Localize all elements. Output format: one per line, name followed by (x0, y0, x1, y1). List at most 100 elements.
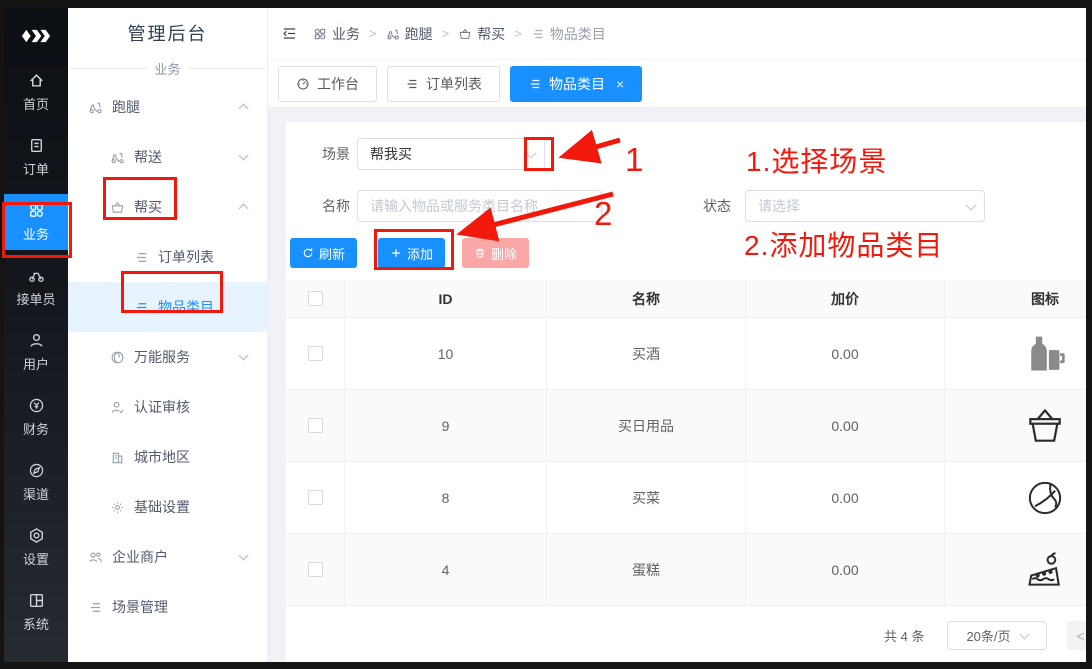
tab-workbench[interactable]: 工作台 (278, 66, 377, 102)
breadcrumb-label: 物品类目 (550, 24, 606, 44)
close-icon[interactable]: × (616, 77, 624, 91)
column-header-id: ID (345, 280, 547, 318)
sidebar-item-label: 接单员 (16, 289, 55, 308)
row-checkbox[interactable] (308, 562, 323, 577)
sidebar-item-home[interactable]: 首页 (4, 64, 68, 120)
menu-group-label: 业务 (155, 59, 181, 78)
row-checkbox[interactable] (308, 418, 323, 433)
sidebar-item-business[interactable]: 业务 (4, 194, 68, 250)
breadcrumb-separator: > (442, 26, 450, 41)
cell-name: 买日用品 (547, 390, 746, 462)
trash-icon (474, 247, 486, 259)
select-all-checkbox[interactable] (308, 291, 323, 306)
status-select[interactable]: 请选择 (745, 190, 985, 222)
menu-item-order-list[interactable]: 订单列表 (68, 232, 267, 282)
tab-item-category[interactable]: 物品类目 × (510, 66, 642, 102)
sidebar-item-orders[interactable]: 订单 (4, 129, 68, 185)
sidebar-item-label: 业务 (23, 224, 49, 243)
cake-icon (1023, 548, 1067, 592)
table-row: 4 蛋糕 0.00 (286, 534, 1086, 606)
chevron-down-icon (525, 147, 536, 158)
sidebar-item-users[interactable]: 用户 (4, 324, 68, 380)
gear-icon (110, 500, 125, 515)
page-size-select[interactable]: 20条/页 (947, 621, 1047, 650)
basket-icon (110, 200, 125, 215)
breadcrumb-label: 帮买 (477, 24, 505, 44)
scooter-icon (110, 150, 125, 165)
sidebar-item-channels[interactable]: 渠道 (4, 454, 68, 510)
scooter-icon (88, 100, 103, 115)
chevron-down-icon (239, 351, 249, 361)
tab-label: 工作台 (317, 74, 359, 94)
menu-item-label: 认证审核 (134, 397, 190, 417)
button-label: 添加 (407, 244, 433, 263)
breadcrumb-separator: > (514, 26, 522, 41)
breadcrumb-item-business[interactable]: 业务 (313, 24, 360, 44)
sidebar-item-label: 设置 (23, 549, 49, 568)
breadcrumb-item-bangmai[interactable]: 帮买 (458, 24, 505, 44)
menu-item-label: 基础设置 (134, 497, 190, 517)
user-icon (28, 332, 45, 349)
sidebar-item-label: 财务 (23, 419, 49, 438)
table-row: 9 买日用品 0.00 (286, 390, 1086, 462)
menu-item-basic-settings[interactable]: 基础设置 (68, 482, 267, 532)
menu-item-enterprise-merchant[interactable]: 企业商户 (68, 532, 267, 582)
menu-item-label: 企业商户 (112, 547, 168, 567)
menu-item-label: 万能服务 (134, 347, 190, 367)
list-icon (134, 250, 149, 265)
sidebar-item-label: 渠道 (23, 484, 49, 503)
sidebar-item-label: 系统 (23, 614, 49, 633)
finance-icon (28, 397, 45, 414)
chevron-down-icon (1019, 629, 1029, 639)
menu-item-label: 场景管理 (112, 597, 168, 617)
cell-name: 蛋糕 (547, 534, 746, 606)
menu-item-certification[interactable]: 认证审核 (68, 382, 267, 432)
breadcrumb-separator: > (369, 26, 377, 41)
plus-icon (390, 247, 402, 259)
home-icon (28, 72, 45, 89)
scooter-icon (386, 27, 400, 41)
button-label: 删除 (491, 244, 517, 263)
building-icon (110, 450, 125, 465)
scene-select-value: 帮我买 (370, 144, 412, 164)
add-button[interactable]: 添加 (378, 238, 445, 268)
table-row: 10 买酒 0.00 (286, 318, 1086, 390)
sidebar-item-couriers[interactable]: 接单员 (4, 259, 68, 315)
refresh-button[interactable]: 刷新 (290, 238, 357, 268)
menu-group-divider: 业务 (68, 58, 267, 78)
column-header-markup: 加价 (746, 280, 945, 318)
content-area: 场景 帮我买 名称 状态 请选择 刷新 添加 (268, 108, 1086, 662)
secondary-sidebar: 管理后台 业务 跑腿 帮送 帮买 订单列表 物品类目 万能服务 (68, 8, 268, 662)
tab-order-list[interactable]: 订单列表 (387, 66, 500, 102)
sidebar-fold-icon[interactable] (282, 26, 297, 41)
breadcrumb-item-paotui[interactable]: 跑腿 (386, 24, 433, 44)
cabbage-icon (1023, 476, 1067, 520)
menu-item-item-category[interactable]: 物品类目 (68, 282, 267, 332)
row-checkbox[interactable] (308, 490, 323, 505)
list-icon (531, 27, 545, 41)
sidebar-item-system[interactable]: 系统 (4, 584, 68, 640)
scene-select[interactable]: 帮我买 (357, 138, 545, 170)
basket-icon (458, 27, 472, 41)
sidebar-item-settings[interactable]: 设置 (4, 519, 68, 575)
menu-item-bangmai[interactable]: 帮买 (68, 182, 267, 232)
cell-id: 10 (345, 318, 547, 390)
menu-item-scene-management[interactable]: 场景管理 (68, 582, 267, 632)
prev-page-button[interactable]: < (1067, 621, 1086, 650)
primary-sidebar: 首页 订单 业务 接单员 用户 财务 渠道 设置 (4, 8, 68, 662)
header-checkbox-cell (286, 280, 345, 318)
app-title: 管理后台 (68, 8, 267, 54)
sidebar-item-label: 订单 (23, 159, 49, 178)
menu-item-paotui[interactable]: 跑腿 (68, 82, 267, 132)
tab-bar: 工作台 订单列表 物品类目 × (268, 60, 1086, 108)
chevron-up-icon (239, 104, 249, 114)
name-input[interactable] (357, 190, 602, 222)
delete-button[interactable]: 删除 (462, 238, 529, 268)
row-checkbox[interactable] (308, 346, 323, 361)
menu-item-bangsong[interactable]: 帮送 (68, 132, 267, 182)
menu-item-city-region[interactable]: 城市地区 (68, 432, 267, 482)
chevron-down-icon (965, 199, 976, 210)
menu-item-universal-service[interactable]: 万能服务 (68, 332, 267, 382)
sidebar-item-finance[interactable]: 财务 (4, 389, 68, 445)
menu-item-label: 跑腿 (112, 97, 140, 117)
